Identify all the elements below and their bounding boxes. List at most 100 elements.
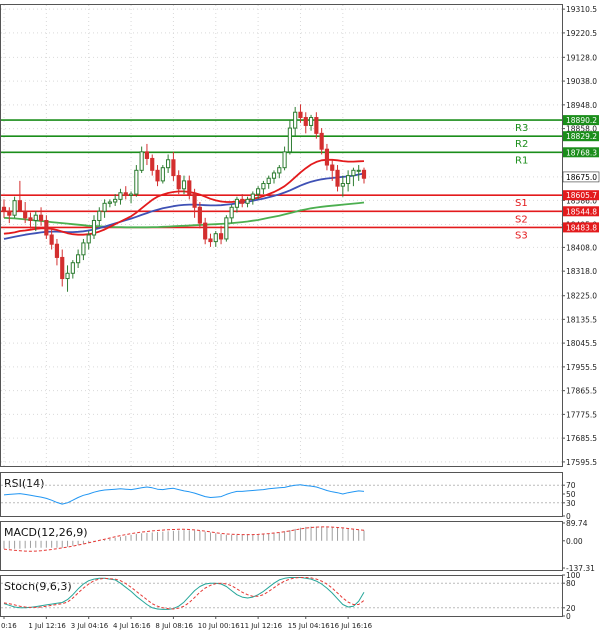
rsi-pane: 7050300RSI(14) [0,472,576,521]
candle-body [282,151,287,169]
candle-body [187,180,192,195]
candle-body [335,169,340,187]
candle-body [7,210,12,216]
candle-body [91,219,97,236]
indicator-label: RSI(14) [4,477,44,490]
candle-body [1,206,7,212]
time-tick-label: 10 Jul 00:16 [198,622,241,630]
candle-body [28,217,33,221]
candle-body [76,254,81,264]
candle-body [97,210,102,221]
candle-body [81,242,86,256]
candle-body [287,127,292,153]
candle-body [298,111,303,119]
level-name-s3: S3 [515,230,528,241]
price-tick-label: 18225.0 [566,292,597,301]
level-price-label-r2: 18829.2 [566,132,597,141]
candle-body [224,217,229,240]
candle-body [113,198,118,203]
time-tick-label: 15 Jul 04:16 [288,622,331,630]
price-tick-label: 17955.5 [566,363,597,372]
candle-body [197,206,202,224]
candle-body [213,233,218,243]
candle-body [49,234,54,245]
price-tick-label: 17595.5 [566,458,597,467]
candle-body [324,148,330,166]
macd-pane: 89.740.00-137.31MACD(12,26,9) [0,519,595,573]
level-price-label-s1: 18605.7 [566,191,597,200]
price-tick-label: 19128.0 [566,53,597,62]
candle-body [293,111,298,129]
candle-body [261,183,266,190]
stoch-pane: 10080200Stoch(9,6,3) [0,571,581,621]
candle-body [208,238,213,243]
candle-body [356,169,361,172]
candle-body [181,180,187,190]
price-tick-label: 19310.5 [566,5,597,14]
price-tick-label: 19038.0 [566,77,597,86]
candle-body [303,117,308,126]
osc-tick-label: 80 [566,579,576,588]
candle-body [250,193,255,200]
candle-body [155,169,160,182]
price-tick-label: 18318.0 [566,267,597,276]
time-tick-label: 16 Jul 16:16 [330,622,373,630]
price-tick-label: 18948.0 [566,101,597,110]
candle-body [54,243,60,258]
osc-tick-label: 70 [566,481,576,490]
candle-body [65,272,70,280]
candle-body [314,117,319,134]
level-name-r2: R2 [515,139,528,150]
price-tick-label: 18135.5 [566,315,597,324]
level-price-label-s3: 18483.8 [566,223,597,232]
candle-body [33,214,38,221]
candle-body [240,198,245,204]
candle-body [256,188,261,195]
candle-body [319,132,324,150]
candle-body [144,151,150,159]
candle-body [17,200,22,212]
time-tick-label: 0:16 [1,622,17,630]
level-name-r3: R3 [515,123,528,134]
candle-body [340,183,345,187]
candle-body [203,222,208,240]
time-tick-label: 4 Jul 16:16 [113,622,151,630]
time-tick-label: 8 Jul 08:16 [155,622,193,630]
indicator-label: Stoch(9,6,3) [4,580,72,593]
level-name-s1: S1 [515,198,528,209]
price-tick-label: 18408.0 [566,243,597,252]
price-tick-label: 17775.5 [566,410,597,419]
candle-body [229,206,234,219]
time-tick-label: 3 Jul 04:16 [71,622,109,630]
osc-tick-label: 0 [566,612,571,621]
price-tick-label: 17865.5 [566,387,597,396]
osc-tick-label: 0.00 [566,537,583,546]
candle-body [23,210,28,219]
osc-tick-label: 89.74 [566,519,588,528]
candle-body [271,172,277,179]
candle-body [192,193,197,208]
candle-body [166,159,171,169]
candle-body [330,164,335,171]
candle-body [160,167,165,182]
forex-chart: 19310.519220.519128.019038.018948.018858… [0,4,600,630]
price-tick-label: 18045.5 [566,339,597,348]
candle-body [351,169,356,177]
candle-body [346,175,351,185]
candle-body [102,202,107,212]
candle-body [118,192,123,200]
time-axis: 0:16 1 Jul 12:16 3 Jul 04:16 4 Jul 16:16 8 J… [1,616,373,630]
osc-tick-label: 30 [566,499,576,508]
current-price-label: 18675.0 [566,173,597,182]
main-pane-frame [0,4,563,467]
osc-tick-label: 50 [566,490,576,499]
time-tick-label: 11 Jul 12:16 [240,622,283,630]
candle-body [361,169,367,179]
price-pane: 19310.519220.519128.019038.018948.018858… [0,4,600,467]
candle-body [308,117,314,126]
candle-body [70,262,75,274]
indicator-label: MACD(12,26,9) [4,526,88,539]
candle-body [150,157,155,171]
stoch-pane-frame [0,575,563,617]
level-price-label-r1: 18768.3 [566,148,597,157]
